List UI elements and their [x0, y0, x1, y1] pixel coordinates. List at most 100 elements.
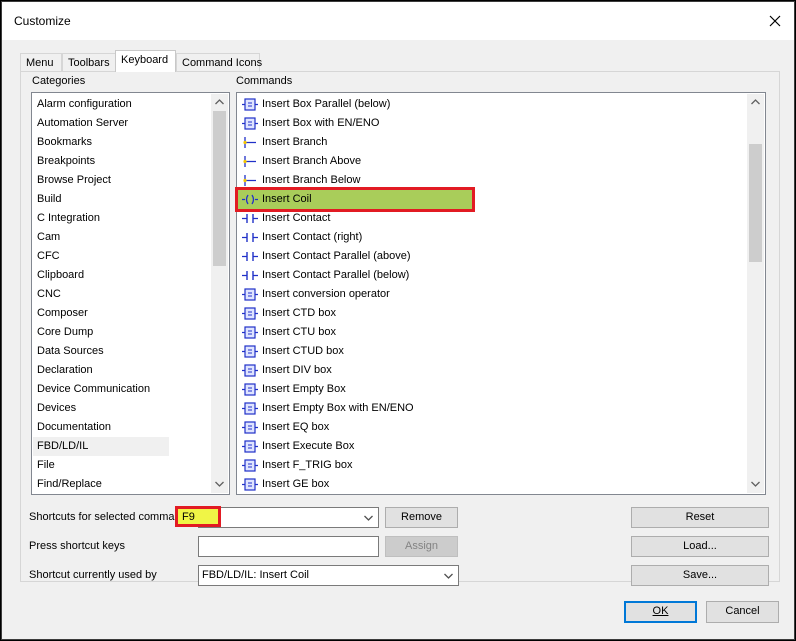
- keyboard-tab-panel: Categories Commands Find/Replace File FBD/…: [20, 71, 780, 586]
- command-item-label: Insert Box with EN/ENO: [262, 117, 380, 129]
- category-item[interactable]: C Integration: [33, 209, 169, 228]
- command-item[interactable]: Insert EQ box: [238, 418, 738, 437]
- scroll-down-button[interactable]: [211, 476, 228, 493]
- category-item-label: Devices: [37, 402, 77, 414]
- command-item[interactable]: Insert Branch: [238, 133, 738, 152]
- command-item-label: Insert CTU box: [262, 326, 336, 338]
- category-item[interactable]: CNC: [33, 285, 169, 304]
- category-item[interactable]: FBD/LD/IL: [33, 437, 169, 456]
- command-item[interactable]: Insert CTU box: [238, 323, 738, 342]
- scroll-up-button[interactable]: [211, 94, 228, 111]
- scroll-up-button[interactable]: [747, 94, 764, 111]
- category-item[interactable]: Alarm configuration: [33, 95, 169, 114]
- category-item[interactable]: Core Dump: [33, 323, 169, 342]
- tab-toolbars[interactable]: Toolbars: [62, 53, 116, 72]
- tab-menu[interactable]: Menu: [20, 53, 62, 72]
- command-item[interactable]: Insert Branch Above: [238, 152, 738, 171]
- command-item[interactable]: Insert Empty Box with EN/ENO: [238, 399, 738, 418]
- command-item[interactable]: Insert Execute Box: [238, 437, 738, 456]
- category-item-label: Browse Project: [37, 174, 111, 186]
- ok-button[interactable]: OK: [624, 601, 697, 623]
- category-item[interactable]: Composer: [33, 304, 169, 323]
- tab-command-icons[interactable]: Command Icons: [176, 53, 262, 72]
- shortcuts-combo[interactable]: F9: [198, 507, 379, 528]
- contact-parallel-below-icon: [242, 268, 258, 283]
- command-item[interactable]: Insert Contact Parallel (below): [238, 266, 738, 285]
- category-item-label: FBD/LD/IL: [37, 440, 89, 452]
- scrollbar-thumb[interactable]: [749, 144, 762, 262]
- cancel-button[interactable]: Cancel: [706, 601, 779, 623]
- contact-parallel-above-icon: [242, 249, 258, 264]
- shortcuts-dropdown-button[interactable]: [360, 509, 377, 526]
- command-item-label: Insert EQ box: [262, 421, 330, 433]
- commands-label: Commands: [236, 75, 293, 87]
- category-item[interactable]: Build: [33, 190, 169, 209]
- command-item[interactable]: Insert CTUD box: [238, 342, 738, 361]
- tab-keyboard[interactable]: Keyboard: [115, 50, 176, 72]
- command-item[interactable]: Insert conversion operator: [238, 285, 738, 304]
- window-title: Customize: [14, 14, 71, 28]
- press-shortcut-input[interactable]: [198, 536, 379, 557]
- category-item[interactable]: Data Sources: [33, 342, 169, 361]
- command-item[interactable]: Insert Box Parallel (below): [238, 95, 738, 114]
- command-item-label: Insert Empty Box with EN/ENO: [262, 402, 414, 414]
- reset-button[interactable]: Reset: [631, 507, 769, 528]
- command-item[interactable]: Insert Empty Box: [238, 380, 738, 399]
- category-item-label: Breakpoints: [37, 155, 96, 167]
- category-item[interactable]: Find/Replace: [33, 475, 169, 494]
- save-button[interactable]: Save...: [631, 565, 769, 586]
- remove-button[interactable]: Remove: [385, 507, 458, 528]
- category-item[interactable]: Bookmarks: [33, 133, 169, 152]
- command-item-label: Insert Contact Parallel (above): [262, 250, 411, 262]
- used-by-combo[interactable]: FBD/LD/IL: Insert Coil: [198, 565, 459, 586]
- category-item-label: Cam: [37, 231, 61, 243]
- category-item[interactable]: Devices: [33, 399, 169, 418]
- command-item[interactable]: Insert GE box: [238, 475, 738, 494]
- command-item[interactable]: Insert Coil: [235, 187, 475, 212]
- category-item[interactable]: Clipboard: [33, 266, 169, 285]
- categories-listbox[interactable]: Find/Replace File FBD/LD/IL Documentation De…: [31, 92, 230, 495]
- shortcut-f9-highlight[interactable]: F9: [175, 506, 221, 527]
- scroll-down-button[interactable]: [747, 476, 764, 493]
- press-shortcut-label: Press shortcut keys: [29, 540, 125, 552]
- branch-above-icon: [242, 154, 258, 169]
- command-item[interactable]: Insert Contact Parallel (above): [238, 247, 738, 266]
- command-item-label: Insert Execute Box: [262, 440, 355, 452]
- category-item[interactable]: Automation Server: [33, 114, 169, 133]
- contact-right-icon: [242, 230, 258, 245]
- assign-button[interactable]: Assign: [385, 536, 458, 557]
- categories-scrollbar[interactable]: [211, 94, 228, 493]
- category-item[interactable]: CFC: [33, 247, 169, 266]
- command-item[interactable]: Insert Contact (right): [238, 228, 738, 247]
- category-item[interactable]: Device Communication: [33, 380, 169, 399]
- command-item[interactable]: Insert Branch Below: [238, 171, 738, 190]
- command-item[interactable]: Insert CTD box: [238, 304, 738, 323]
- category-item[interactable]: Cam: [33, 228, 169, 247]
- command-item-label: Insert Box Parallel (below): [262, 98, 391, 110]
- category-item-label: Find/Replace: [37, 478, 102, 490]
- command-item-label: Insert Contact Parallel (below): [262, 269, 410, 281]
- chevron-down-icon: [751, 481, 760, 487]
- category-item[interactable]: Declaration: [33, 361, 169, 380]
- category-item[interactable]: File: [33, 456, 169, 475]
- scrollbar-thumb[interactable]: [213, 111, 226, 266]
- used-by-dropdown-button[interactable]: [440, 567, 457, 584]
- command-item-label: Insert CTUD box: [262, 345, 344, 357]
- command-item[interactable]: Insert F_TRIG box: [238, 456, 738, 475]
- category-item[interactable]: Browse Project: [33, 171, 169, 190]
- close-button[interactable]: [762, 8, 788, 34]
- command-item[interactable]: Insert Box with EN/ENO: [238, 114, 738, 133]
- command-item[interactable]: Insert Contact: [238, 209, 738, 228]
- commands-listbox[interactable]: Insert GE box Insert F_TRIG box Insert Exe…: [235, 92, 766, 495]
- ge-box-icon: [242, 477, 258, 492]
- category-item-label: Clipboard: [37, 269, 85, 281]
- category-item[interactable]: Breakpoints: [33, 152, 169, 171]
- command-item[interactable]: Insert DIV box: [238, 361, 738, 380]
- eq-box-icon: [242, 420, 258, 435]
- category-item[interactable]: Documentation: [33, 418, 169, 437]
- branch-below-icon: [242, 173, 258, 188]
- chevron-down-icon: [364, 515, 373, 521]
- category-item-label: Bookmarks: [37, 136, 93, 148]
- load-button[interactable]: Load...: [631, 536, 769, 557]
- commands-scrollbar[interactable]: [747, 94, 764, 493]
